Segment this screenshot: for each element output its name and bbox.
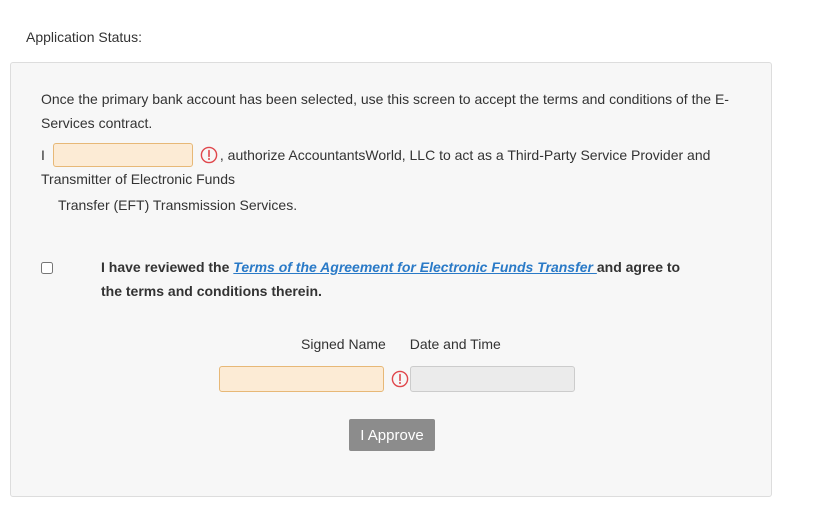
signed-name-label: Signed Name: [301, 336, 386, 352]
signature-row: [219, 366, 575, 392]
authorization-line: I , authorize AccountantsWorld, LLC to a…: [41, 141, 761, 169]
warning-circle-icon: [200, 146, 218, 164]
authorization-prefix: I: [41, 147, 45, 163]
page: Application Status: Once the primary ban…: [0, 0, 815, 514]
approve-button[interactable]: I Approve: [349, 419, 435, 451]
signed-name-input[interactable]: [219, 366, 384, 392]
agreement-text: I have reviewed the Terms of the Agreeme…: [101, 255, 701, 303]
date-time-field: [410, 366, 575, 392]
authorization-text-line3: Transfer (EFT) Transmission Services.: [58, 197, 298, 213]
signature-labels: Signed Name Date and Time: [301, 336, 501, 352]
agreement-row: I have reviewed the Terms of the Agreeme…: [41, 255, 741, 315]
warning-circle-icon: [391, 370, 409, 388]
authorization-text: , authorize AccountantsWorld, LLC to act…: [219, 147, 711, 163]
terms-agreement-link[interactable]: Terms of the Agreement for Electronic Fu…: [233, 259, 597, 275]
eservices-contract-panel: Once the primary bank account has been s…: [10, 62, 772, 497]
date-time-label: Date and Time: [409, 336, 501, 352]
intro-text: Once the primary bank account has been s…: [41, 91, 729, 131]
authorization-text-line2: Transmitter of Electronic Funds: [41, 171, 235, 187]
agreement-text-before: I have reviewed the: [101, 259, 234, 275]
agreement-checkbox[interactable]: [41, 262, 53, 274]
authorizer-name-input[interactable]: [52, 143, 193, 167]
application-status-label: Application Status:: [26, 29, 142, 45]
authorization-statement: I , authorize AccountantsWorld, LLC to a…: [41, 141, 761, 217]
